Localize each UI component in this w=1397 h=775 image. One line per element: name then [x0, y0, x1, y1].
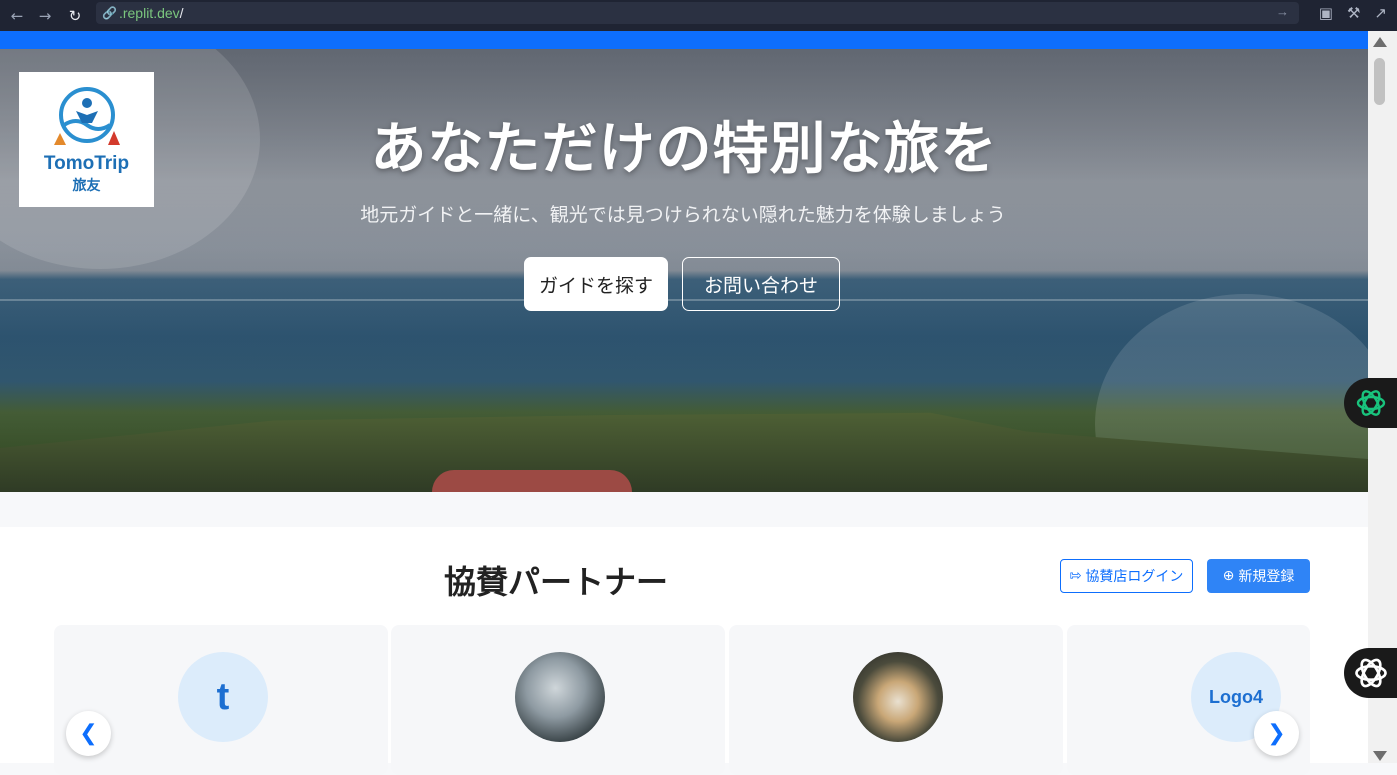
openai-icon [1354, 658, 1387, 688]
scroll-down-icon[interactable] [1373, 751, 1387, 761]
find-guide-button[interactable]: ガイドを探す [524, 257, 668, 311]
partner-avatar: t [178, 652, 268, 742]
partner-card[interactable] [729, 625, 1063, 775]
chevron-left-icon: ❮ [79, 721, 98, 746]
partner-avatar-photo [515, 652, 605, 742]
scroll-up-icon[interactable] [1373, 37, 1387, 47]
hero-subtitle: 地元ガイドと一緒に、観光では見つけられない隠れた魅力を体験しましょう [360, 204, 1006, 226]
landscape-court [432, 470, 632, 492]
carousel-prev-button[interactable]: ❮ [66, 711, 111, 756]
openai-icon [1356, 390, 1385, 416]
external-link-icon[interactable]: ↗ [1374, 4, 1387, 22]
partner-card[interactable] [391, 625, 725, 775]
partner-login-button[interactable]: ⇰ 協賛店ログイン [1060, 559, 1193, 593]
reload-icon[interactable]: ↻ [64, 5, 86, 27]
scroll-thumb[interactable] [1374, 58, 1385, 105]
forward-arrow-icon[interactable]: → [34, 5, 56, 27]
url-domain: .replit.dev [118, 5, 180, 21]
partner-avatar-photo [853, 652, 943, 742]
hero-title: あなただけの特別な旅を [370, 117, 998, 182]
partner-card[interactable]: t [54, 625, 388, 775]
accent-bar [0, 31, 1368, 49]
go-arrow-icon[interactable]: → [1276, 4, 1289, 19]
partner-login-label: 協賛店ログイン [1085, 569, 1184, 585]
ai-assistant-button[interactable] [1344, 378, 1397, 428]
link-icon: 🔗 [102, 6, 117, 20]
contact-button[interactable]: お問い合わせ [682, 257, 840, 311]
plus-circle-icon: ⊕ [1222, 568, 1235, 584]
chevron-right-icon: ❯ [1267, 721, 1286, 746]
browser-toolbar: ← → ↻ 🔗 .replit.dev / → ▣ ⚒ ↗ [0, 0, 1397, 31]
carousel-next-button[interactable]: ❯ [1254, 711, 1299, 756]
wrench-icon[interactable]: ⚒ [1347, 4, 1360, 22]
ai-assistant-button-2[interactable] [1344, 648, 1397, 698]
register-label: 新規登録 [1238, 569, 1295, 585]
register-button[interactable]: ⊕ 新規登録 [1207, 559, 1310, 593]
section-title: 協賛パートナー [444, 563, 669, 601]
back-arrow-icon[interactable]: ← [6, 5, 28, 27]
login-icon: ⇰ [1069, 568, 1082, 584]
url-bar[interactable]: 🔗 .replit.dev / → [96, 2, 1299, 24]
monitor-icon[interactable]: ▣ [1319, 4, 1333, 22]
partners-section: 協賛パートナー ⇰ 協賛店ログイン ⊕ 新規登録 t Logo4 ❮ ❯ [0, 527, 1368, 775]
url-path: / [179, 5, 184, 21]
